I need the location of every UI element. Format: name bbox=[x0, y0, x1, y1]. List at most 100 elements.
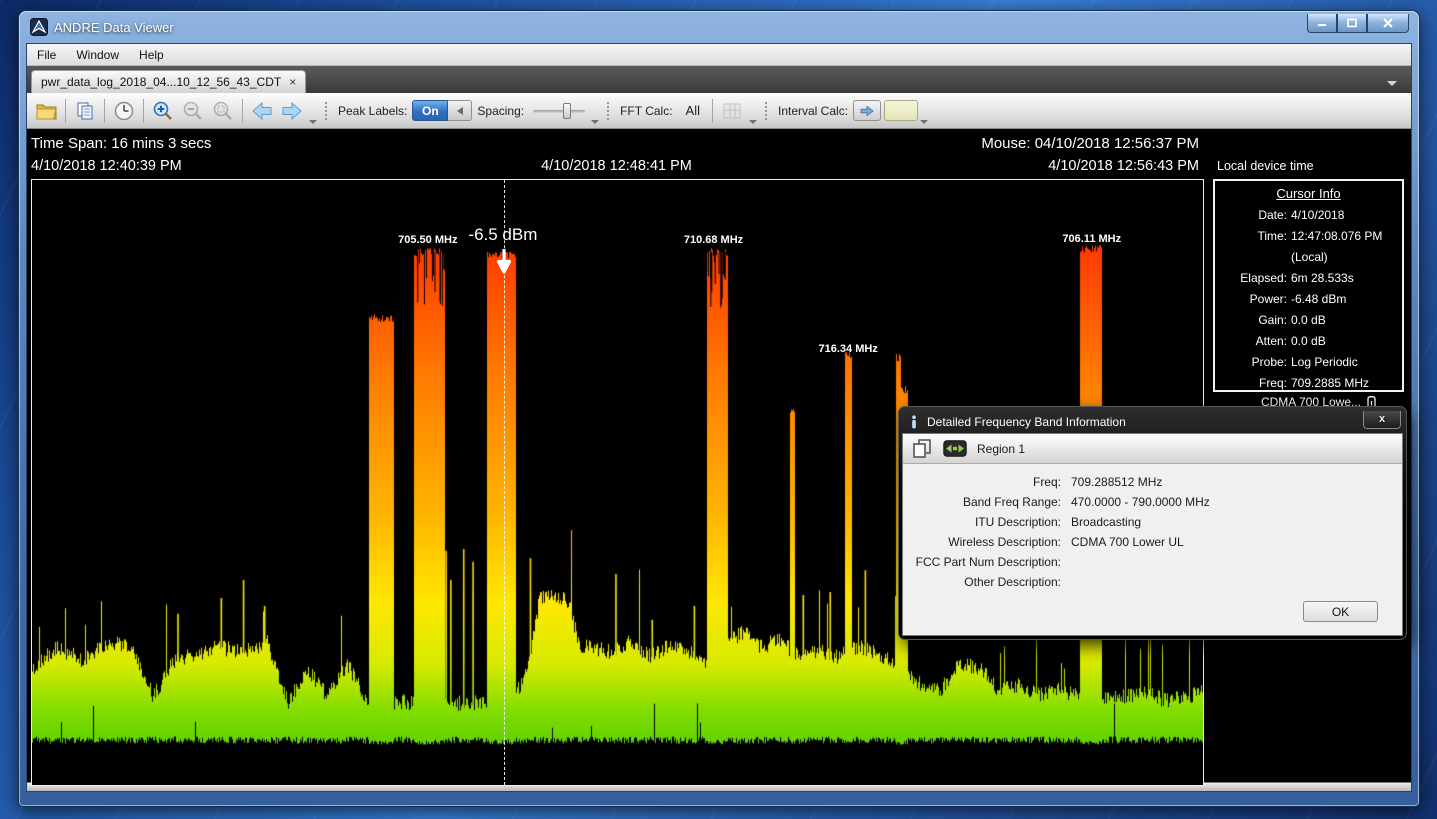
viewer-content: Time Span: 16 mins 3 secs Mouse: 04/10/2… bbox=[27, 129, 1411, 782]
peak-label: 706.11 MHz bbox=[1062, 233, 1121, 245]
cursor-info-label: Atten: bbox=[1215, 331, 1287, 352]
slider-thumb[interactable] bbox=[563, 103, 571, 119]
peak-label: 710.68 MHz bbox=[684, 234, 743, 246]
zoom-in-icon bbox=[152, 100, 174, 122]
menu-help[interactable]: Help bbox=[129, 46, 174, 64]
dialog-row: Freq: 709.288512 MHz bbox=[903, 472, 1402, 492]
dialog-titlebar[interactable]: Detailed Frequency Band Information x bbox=[902, 410, 1403, 433]
tab-label: pwr_data_log_2018_04...10_12_56_43_CDT bbox=[41, 75, 281, 89]
nav-back-button[interactable] bbox=[247, 97, 277, 125]
fft-calc-all-button[interactable]: All bbox=[686, 103, 700, 118]
nav-forward-button[interactable] bbox=[277, 97, 307, 125]
fft-grid-icon bbox=[721, 101, 743, 121]
spacing-slider[interactable] bbox=[533, 101, 585, 121]
peak-labels-on[interactable]: On bbox=[412, 100, 448, 121]
cursor-info-row: Freq:709.2885 MHz bbox=[1215, 373, 1402, 394]
timeline-end-label: 4/10/2018 12:56:43 PM bbox=[1048, 158, 1199, 174]
cursor-info-value: 4/10/2018 bbox=[1291, 205, 1402, 226]
close-button[interactable] bbox=[1367, 14, 1409, 33]
cursor-info-row: Atten:0.0 dB bbox=[1215, 331, 1402, 352]
cursor-info-label: Gain: bbox=[1215, 310, 1287, 331]
dialog-row: ITU Description:Broadcasting bbox=[903, 512, 1402, 532]
toolbar-separator bbox=[712, 99, 713, 123]
tab-pwr-data-log[interactable]: pwr_data_log_2018_04...10_12_56_43_CDT × bbox=[31, 70, 306, 93]
frequency-band-dialog[interactable]: Detailed Frequency Band Information x bbox=[898, 406, 1407, 640]
maximize-button[interactable] bbox=[1337, 14, 1367, 33]
zoom-in-button[interactable] bbox=[148, 97, 178, 125]
cursor-power-label: -6.5 dBm bbox=[468, 225, 537, 245]
tab-bar: pwr_data_log_2018_04...10_12_56_43_CDT × bbox=[27, 66, 1411, 93]
dialog-close-button[interactable]: x bbox=[1363, 411, 1401, 429]
copy-button[interactable] bbox=[70, 97, 100, 125]
cursor-info-row: Elapsed:6m 28.533s bbox=[1215, 268, 1402, 289]
time-span-text: Time Span: 16 mins 3 secs bbox=[31, 135, 211, 152]
peak-labels-toggle[interactable]: On bbox=[412, 100, 472, 121]
cursor-info-panel: Cursor Info Date:4/10/2018Time:12:47:08.… bbox=[1213, 179, 1404, 392]
minimize-button[interactable] bbox=[1307, 14, 1337, 33]
toolbar-overflow-icon[interactable] bbox=[591, 120, 599, 124]
toolbar-separator bbox=[242, 99, 243, 123]
copy-region-icon[interactable] bbox=[911, 437, 933, 461]
tab-list-dropdown-icon[interactable] bbox=[1387, 81, 1397, 86]
local-device-time-label: Local device time bbox=[1217, 159, 1314, 173]
zoom-out-icon bbox=[182, 100, 204, 122]
cursor-info-row: Probe:Log Periodic bbox=[1215, 352, 1402, 373]
peak-labels-arrow-button[interactable] bbox=[448, 100, 472, 121]
cursor-info-value: 6m 28.533s bbox=[1291, 268, 1402, 289]
tab-close-icon[interactable]: × bbox=[289, 76, 296, 88]
interval-calc-arrow-button[interactable] bbox=[853, 100, 881, 121]
mouse-position-text: Mouse: 04/10/2018 12:56:37 PM bbox=[981, 135, 1199, 152]
dialog-body: Region 1 Freq:709.288512 MHzBand Freq Ra… bbox=[902, 433, 1403, 636]
toolbar-grip[interactable] bbox=[324, 100, 328, 122]
forward-arrow-icon bbox=[280, 101, 304, 121]
dialog-field-label: Freq: bbox=[903, 472, 1061, 492]
toolbar-overflow-icon[interactable] bbox=[749, 120, 757, 124]
time-button[interactable] bbox=[109, 97, 139, 125]
interval-calc-value-button[interactable] bbox=[884, 100, 918, 121]
zoom-out-button[interactable] bbox=[178, 97, 208, 125]
titlebar[interactable]: ANDRE Data Viewer bbox=[19, 11, 1419, 43]
clock-icon bbox=[113, 100, 135, 122]
toolbar-separator bbox=[143, 99, 144, 123]
folder-icon bbox=[35, 100, 58, 122]
menu-file[interactable]: File bbox=[27, 46, 66, 64]
peak-label: 705.50 MHz bbox=[398, 234, 457, 246]
dialog-field-value: CDMA 700 Lower UL bbox=[1071, 532, 1402, 552]
toolbar-overflow-icon[interactable] bbox=[309, 120, 317, 124]
toolbar-grip[interactable] bbox=[764, 100, 768, 122]
dialog-field-label: ITU Description: bbox=[903, 512, 1061, 532]
dialog-field-value bbox=[1071, 552, 1402, 572]
cursor-info-value: -6.48 dBm bbox=[1291, 289, 1402, 310]
toolbar-overflow-icon[interactable] bbox=[920, 120, 928, 124]
cursor-info-label: Time: bbox=[1215, 226, 1287, 268]
cursor-info-value: Log Periodic bbox=[1291, 352, 1402, 373]
ok-button[interactable]: OK bbox=[1303, 601, 1378, 622]
cursor-info-rows: Date:4/10/2018Time:12:47:08.076 PM (Loca… bbox=[1215, 205, 1402, 394]
window-controls bbox=[1307, 14, 1409, 33]
zoom-reset-button[interactable] bbox=[208, 97, 238, 125]
cursor-info-label: Elapsed: bbox=[1215, 268, 1287, 289]
dialog-info-icon bbox=[908, 415, 920, 429]
dialog-field-label: Other Description: bbox=[903, 572, 1061, 592]
fft-calc-label: FFT Calc: bbox=[620, 104, 672, 118]
menu-window[interactable]: Window bbox=[66, 46, 129, 64]
dialog-row: Wireless Description:CDMA 700 Lower UL bbox=[903, 532, 1402, 552]
cursor-info-label: Freq: bbox=[1215, 373, 1287, 394]
fft-interval-button[interactable] bbox=[717, 97, 747, 125]
dialog-row: Other Description: bbox=[903, 572, 1402, 592]
cursor-info-value: 0.0 dB bbox=[1291, 310, 1402, 331]
toolbar-separator bbox=[65, 99, 66, 123]
window-title: ANDRE Data Viewer bbox=[54, 20, 174, 35]
dialog-field-value: 709.288512 MHz bbox=[1071, 472, 1402, 492]
toolbar: Peak Labels: On Spacing: FFT Calc: All bbox=[27, 93, 1411, 129]
cursor-info-value: 12:47:08.076 PM (Local) bbox=[1291, 226, 1402, 268]
right-arrow-icon bbox=[860, 106, 874, 116]
slider-track bbox=[533, 110, 585, 113]
toolbar-grip[interactable] bbox=[606, 100, 610, 122]
left-arrow-icon bbox=[457, 107, 463, 115]
open-file-button[interactable] bbox=[31, 97, 61, 125]
band-range-icon[interactable] bbox=[943, 440, 967, 457]
cursor-info-row: Time:12:47:08.076 PM (Local) bbox=[1215, 226, 1402, 268]
dialog-row: Band Freq Range:470.0000 - 790.0000 MHz bbox=[903, 492, 1402, 512]
dialog-field-label: FCC Part Num Description: bbox=[903, 552, 1061, 572]
